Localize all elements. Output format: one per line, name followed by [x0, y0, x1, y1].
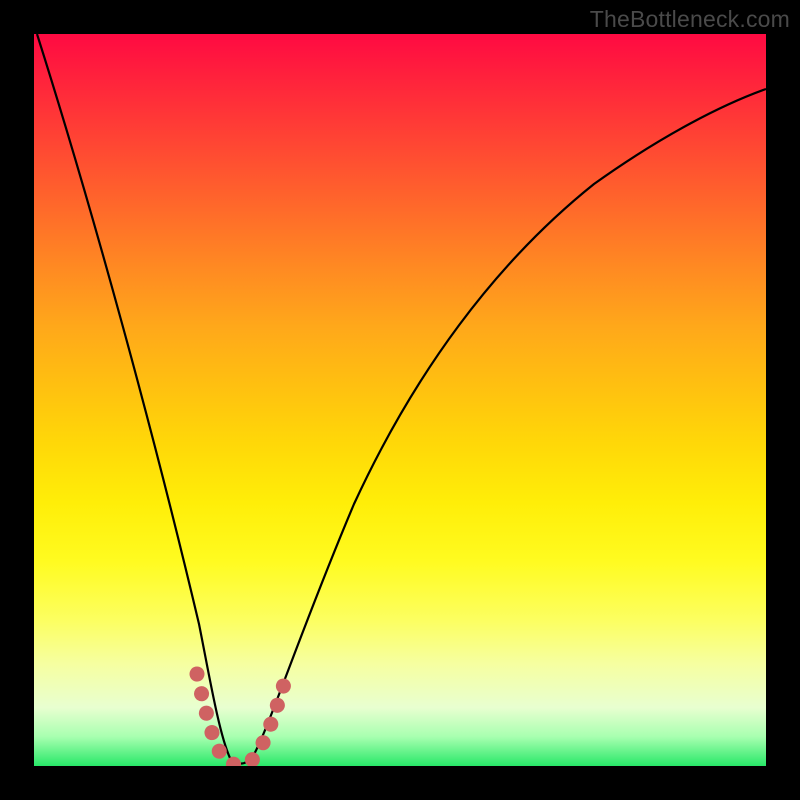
curve-svg	[34, 34, 766, 766]
plot-area	[34, 34, 766, 766]
marker-segment	[197, 674, 284, 765]
chart-frame: TheBottleneck.com	[0, 0, 800, 800]
watermark-text: TheBottleneck.com	[590, 6, 790, 33]
bottleneck-curve	[37, 34, 766, 764]
